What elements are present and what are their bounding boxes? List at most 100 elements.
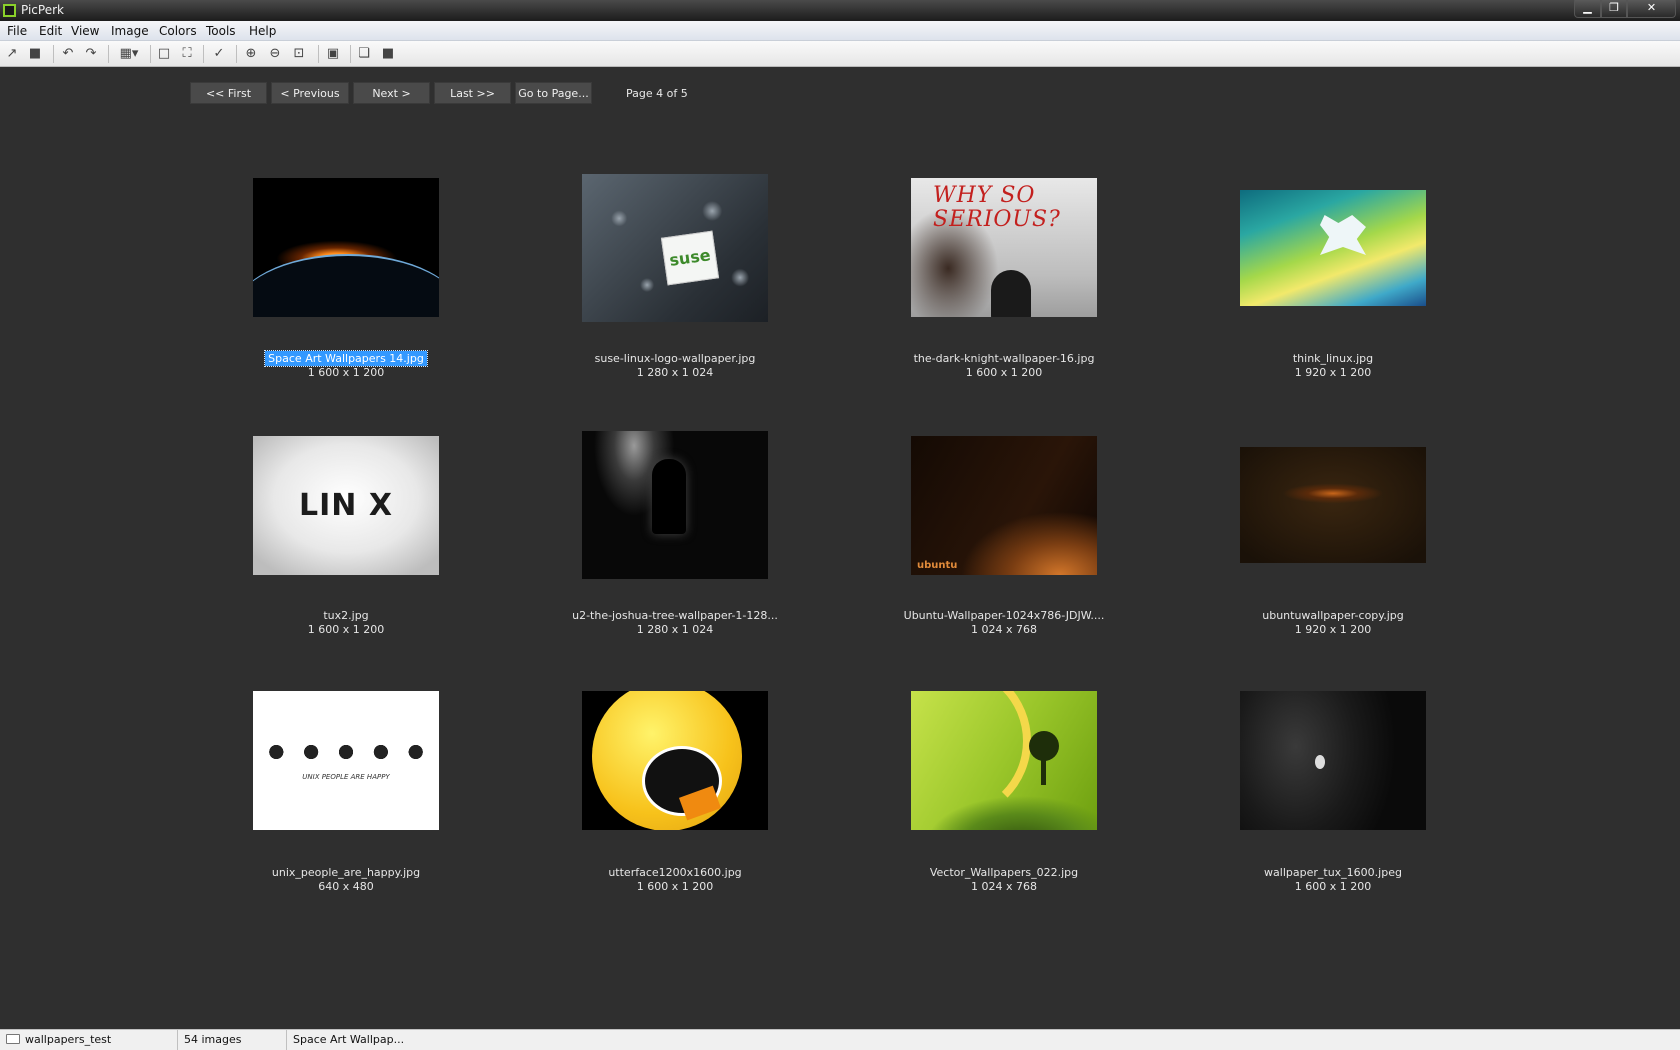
menu-help[interactable]: Help xyxy=(249,24,276,38)
joker-graffiti-text: WHY SO SERIOUS? xyxy=(933,183,1061,232)
zoom-fit-icon[interactable]: ⊡ xyxy=(290,45,308,63)
menu-edit[interactable]: Edit xyxy=(39,24,62,38)
app-icon xyxy=(3,4,16,17)
thumbnail-filename: wallpaper_tux_1600.jpeg xyxy=(1264,866,1402,879)
last-page-button[interactable]: Last >> xyxy=(434,82,511,104)
toolbar-separator xyxy=(108,45,109,63)
thumbnail-image[interactable]: suse xyxy=(582,174,768,322)
goto-page-button[interactable]: Go to Page... xyxy=(515,82,592,104)
menu-image[interactable]: Image xyxy=(111,24,149,38)
thumbnail-dimensions: 1 920 x 1 200 xyxy=(1294,366,1372,379)
thumbnail-dimensions: 640 x 480 xyxy=(318,880,374,893)
thumbnail-dimensions: 1 600 x 1 200 xyxy=(307,623,385,636)
copy-icon[interactable]: ❏ xyxy=(355,45,373,63)
toolbar-separator xyxy=(203,45,204,63)
thumbnail-item[interactable]: WHY SO SERIOUS? the-dark-knight-wallpape… xyxy=(835,174,1135,394)
thumbnail-filename: think_linux.jpg xyxy=(1292,352,1374,365)
open-icon[interactable]: ↗ xyxy=(3,45,21,63)
thumbnail-item[interactable]: think_linux.jpg 1 920 x 1 200 xyxy=(1164,174,1464,394)
previous-page-button[interactable]: < Previous xyxy=(271,82,349,104)
thumbnail-filename: the-dark-knight-wallpaper-16.jpg xyxy=(913,352,1095,365)
menu-view[interactable]: View xyxy=(71,24,99,38)
thumbnail-filename: tux2.jpg xyxy=(323,609,369,622)
toolbar: ↗ ■ ↶ ↷ ▦▾ □ ⛶ ✓ ⊕ ⊖ ⊡ ▣ ❏ ■ xyxy=(0,41,1680,67)
thumbnail-filename: ubuntuwallpaper-copy.jpg xyxy=(1262,609,1404,622)
check-icon[interactable]: ✓ xyxy=(210,45,228,63)
status-image-count: 54 images xyxy=(178,1030,287,1050)
thumbnail-item[interactable]: suse suse-linux-logo-wallpaper.jpg 1 280… xyxy=(506,174,806,394)
toolbar-separator xyxy=(150,45,151,63)
thumbnail-image[interactable] xyxy=(911,691,1097,830)
thumbnail-dimensions: 1 280 x 1 024 xyxy=(636,366,714,379)
thumbnail-image[interactable]: UNIX PEOPLE ARE HAPPY xyxy=(253,691,439,830)
thumbnail-item[interactable]: utterface1200x1600.jpg 1 600 x 1 200 xyxy=(506,688,806,908)
minimize-button[interactable]: ▁ xyxy=(1574,0,1601,18)
fit-window-icon[interactable]: ⛶ xyxy=(178,45,196,63)
thumbnail-image[interactable] xyxy=(582,431,768,579)
thumbnail-image[interactable] xyxy=(1240,691,1426,830)
first-page-button[interactable]: << First xyxy=(190,82,267,104)
redo-icon[interactable]: ↷ xyxy=(82,45,100,63)
menu-file[interactable]: File xyxy=(7,24,27,38)
menu-colors[interactable]: Colors xyxy=(159,24,197,38)
thumbnail-image[interactable] xyxy=(582,691,768,830)
thumbnail-filename: Ubuntu-Wallpaper-1024x786-JDJW.... xyxy=(903,609,1105,622)
thumbnail-filename: Vector_Wallpapers_022.jpg xyxy=(929,866,1079,879)
slideshow-icon[interactable]: ▣ xyxy=(324,45,342,63)
undo-icon[interactable]: ↶ xyxy=(59,45,77,63)
thumbnail-dimensions: 1 600 x 1 200 xyxy=(965,366,1043,379)
unix-slogan-text: UNIX PEOPLE ARE HAPPY xyxy=(302,773,390,781)
thumbnail-image[interactable] xyxy=(1240,447,1426,563)
thumbnail-dimensions: 1 024 x 768 xyxy=(971,623,1037,636)
toolbar-separator xyxy=(53,45,54,63)
toolbar-separator xyxy=(236,45,237,63)
thumbnail-item[interactable]: Vector_Wallpapers_022.jpg 1 024 x 768 xyxy=(835,688,1135,908)
thumbnail-item[interactable]: UNIX PEOPLE ARE HAPPY unix_people_are_ha… xyxy=(177,688,477,908)
status-folder-name: wallpapers_test xyxy=(25,1033,112,1046)
thumbnail-image[interactable]: ubuntu xyxy=(911,436,1097,575)
thumbnail-item[interactable]: ubuntu Ubuntu-Wallpaper-1024x786-JDJW...… xyxy=(835,431,1135,651)
save-icon[interactable]: ■ xyxy=(26,45,44,63)
thumbnail-browser: << First < Previous Next > Last >> Go to… xyxy=(1,67,1680,1029)
thumbnail-dimensions: 1 600 x 1 200 xyxy=(307,366,385,379)
ubuntu-logo-text: ubuntu xyxy=(917,560,958,571)
menu-bar: File Edit View Image Colors Tools Help xyxy=(0,21,1680,41)
thumbnail-image[interactable]: WHY SO SERIOUS? xyxy=(911,178,1097,317)
thumbnail-item[interactable]: wallpaper_tux_1600.jpeg 1 600 x 1 200 xyxy=(1164,688,1464,908)
thumbnail-dimensions: 1 280 x 1 024 xyxy=(636,623,714,636)
folder-icon xyxy=(6,1034,20,1044)
suse-logo-text: suse xyxy=(668,245,712,270)
thumbnail-filename: Space Art Wallpapers 14.jpg xyxy=(177,350,515,367)
status-selected-file: Space Art Wallpap... xyxy=(293,1033,405,1046)
thumbnail-dimensions: 1 024 x 768 xyxy=(971,880,1037,893)
thumbnail-item[interactable]: Space Art Wallpapers 14.jpg 1 600 x 1 20… xyxy=(177,174,477,394)
thumbnail-item[interactable]: LIN X tux2.jpg 1 600 x 1 200 xyxy=(177,431,477,651)
thumbnail-dimensions: 1 600 x 1 200 xyxy=(1294,880,1372,893)
next-page-button[interactable]: Next > xyxy=(353,82,430,104)
select-icon[interactable]: □ xyxy=(155,45,173,63)
thumbnail-image[interactable] xyxy=(1240,190,1426,306)
status-bar: wallpapers_test 54 images Space Art Wall… xyxy=(0,1029,1680,1050)
grid-view-icon[interactable]: ▦▾ xyxy=(116,45,142,63)
maximize-button[interactable]: ❐ xyxy=(1601,0,1627,18)
thumbnail-filename: suse-linux-logo-wallpaper.jpg xyxy=(594,352,756,365)
thumbnail-dimensions: 1 920 x 1 200 xyxy=(1294,623,1372,636)
thumbnail-dimensions: 1 600 x 1 200 xyxy=(636,880,714,893)
window-title: PicPerk xyxy=(21,3,64,17)
thumbnail-filename: u2-the-joshua-tree-wallpaper-1-128... xyxy=(572,609,778,622)
close-button[interactable]: ✕ xyxy=(1627,0,1676,18)
zoom-in-icon[interactable]: ⊕ xyxy=(242,45,260,63)
thumbnail-image[interactable]: LIN X xyxy=(253,436,439,575)
fullscreen-icon[interactable]: ■ xyxy=(379,45,397,63)
thumbnail-filename: utterface1200x1600.jpg xyxy=(608,866,742,879)
toolbar-separator xyxy=(318,45,319,63)
thumbnail-item[interactable]: ubuntuwallpaper-copy.jpg 1 920 x 1 200 xyxy=(1164,431,1464,651)
zoom-out-icon[interactable]: ⊖ xyxy=(266,45,284,63)
status-folder[interactable]: wallpapers_test xyxy=(0,1030,178,1050)
thumbnail-image[interactable] xyxy=(253,178,439,317)
menu-tools[interactable]: Tools xyxy=(206,24,236,38)
title-bar: PicPerk ▁ ❐ ✕ xyxy=(0,0,1680,21)
toolbar-separator xyxy=(350,45,351,63)
linux-logo-text: LIN X xyxy=(299,488,393,523)
thumbnail-item[interactable]: u2-the-joshua-tree-wallpaper-1-128... 1 … xyxy=(506,431,806,651)
